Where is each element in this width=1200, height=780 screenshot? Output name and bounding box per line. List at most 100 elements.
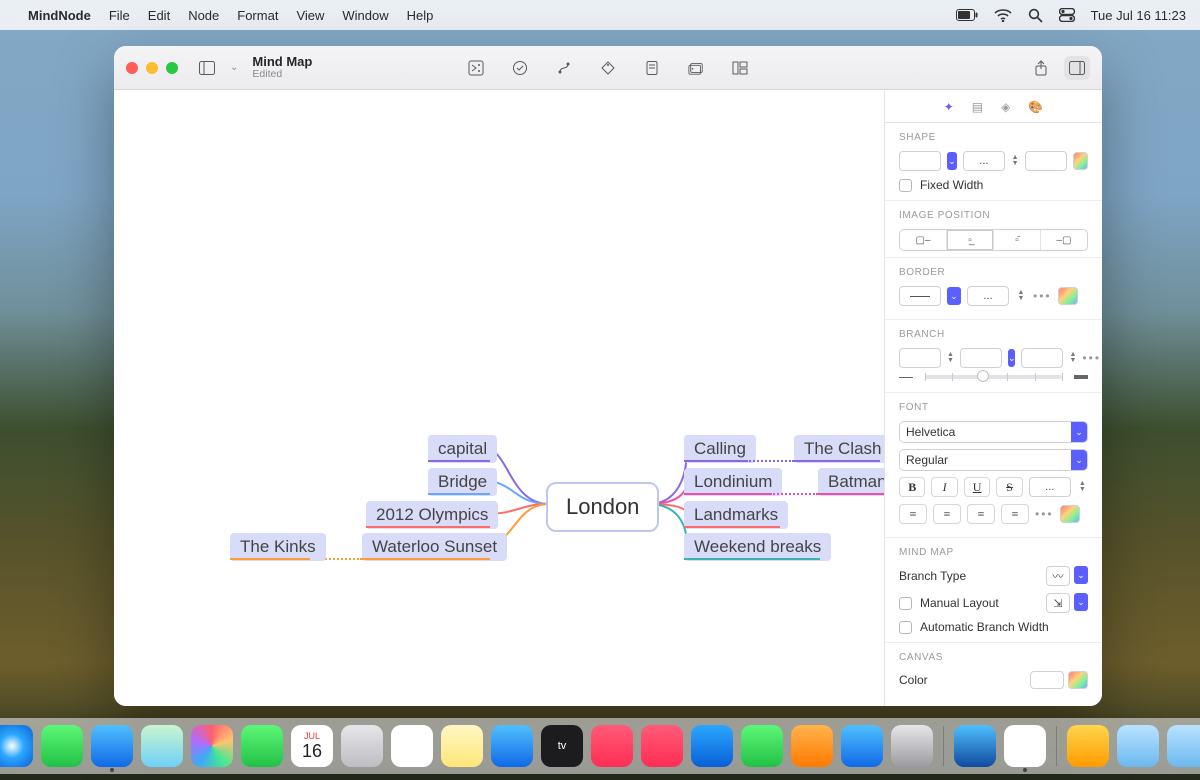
node-olympics[interactable]: 2012 Olympics [366, 501, 498, 529]
dock-photos[interactable] [191, 725, 233, 767]
italic-button[interactable]: I [931, 477, 957, 497]
menu-window[interactable]: Window [342, 8, 388, 23]
quick-entry-button[interactable] [463, 56, 489, 80]
canvas-color-field[interactable] [1030, 671, 1064, 689]
dock-appstore[interactable] [841, 725, 883, 767]
tab-theme-icon[interactable]: 🎨 [1028, 100, 1043, 114]
dock-sketch[interactable] [1067, 725, 1109, 767]
border-width-field[interactable]: ... [967, 286, 1009, 306]
font-color-swatch[interactable] [1060, 505, 1080, 523]
dock-mindnode[interactable] [1004, 725, 1046, 767]
branch-style-a[interactable] [899, 348, 941, 368]
tasks-button[interactable] [507, 56, 533, 80]
wifi-icon[interactable] [994, 9, 1012, 22]
border-color-swatch[interactable] [1058, 287, 1078, 305]
fixed-width-checkbox[interactable]: Fixed Width [899, 178, 1088, 192]
align-right-button[interactable]: ≡ [967, 504, 995, 524]
dock-tv[interactable]: tv [541, 725, 583, 767]
menu-edit[interactable]: Edit [148, 8, 170, 23]
font-size-field[interactable]: ... [1029, 477, 1071, 497]
dock-numbers[interactable] [741, 725, 783, 767]
manual-layout-checkbox[interactable]: Manual Layout [899, 596, 999, 610]
battery-icon[interactable] [956, 9, 978, 21]
node-landmarks[interactable]: Landmarks [684, 501, 788, 529]
branch-style-c-stepper[interactable]: ▲▼ [1069, 352, 1076, 364]
dock-settings[interactable] [891, 725, 933, 767]
canvas-color-swatch[interactable] [1068, 671, 1088, 689]
zoom-button[interactable] [166, 62, 178, 74]
app-name-menu[interactable]: MindNode [28, 8, 91, 23]
dock-messages[interactable] [41, 725, 83, 767]
toggle-sidebar-button[interactable] [194, 56, 220, 80]
media-button[interactable] [683, 56, 709, 80]
layout-preview[interactable]: ⇲ [1046, 593, 1070, 613]
node-clash[interactable]: The Clash [794, 435, 884, 463]
node-waterloo[interactable]: Waterloo Sunset [362, 533, 507, 561]
font-more-button[interactable]: ••• [1035, 507, 1054, 521]
strike-button[interactable]: S [996, 477, 1022, 497]
notes-button[interactable] [639, 56, 665, 80]
layout-dropdown-icon[interactable]: ⌄ [1074, 593, 1088, 611]
branch-style-a-stepper[interactable]: ▲▼ [947, 352, 954, 364]
tags-button[interactable] [595, 56, 621, 80]
dock-safari[interactable] [0, 725, 33, 767]
dock-facetime[interactable] [241, 725, 283, 767]
underline-button[interactable]: U [964, 477, 990, 497]
dock-folder1[interactable] [1117, 725, 1159, 767]
control-center-icon[interactable] [1059, 8, 1075, 22]
bold-button[interactable]: B [899, 477, 925, 497]
menu-format[interactable]: Format [237, 8, 278, 23]
dock-pages[interactable] [791, 725, 833, 767]
font-size-stepper[interactable]: ▲▼ [1077, 481, 1088, 493]
image-position-segmented[interactable]: ▢– ▫̲ ▫̄ –▢ [899, 229, 1088, 251]
border-more-button[interactable]: ••• [1033, 289, 1052, 303]
close-button[interactable] [126, 62, 138, 74]
dock-maps[interactable] [141, 725, 183, 767]
shape-style-select[interactable] [899, 151, 941, 171]
menu-view[interactable]: View [296, 8, 324, 23]
align-left-button[interactable]: ≡ [899, 504, 927, 524]
minimize-button[interactable] [146, 62, 158, 74]
node-calling[interactable]: Calling [684, 435, 756, 463]
dock-music[interactable] [591, 725, 633, 767]
central-node[interactable]: London [546, 482, 659, 532]
branch-style-c[interactable] [1021, 348, 1063, 368]
dock-contacts[interactable] [341, 725, 383, 767]
shape-width-field[interactable]: ... [963, 151, 1005, 171]
node-weekend[interactable]: Weekend breaks [684, 533, 831, 561]
canvas[interactable]: London capital Bridge 2012 Olympics Wate… [114, 90, 884, 706]
node-kinks[interactable]: The Kinks [230, 533, 326, 561]
branch-type-preview[interactable]: 〰 [1046, 566, 1070, 586]
align-center-button[interactable]: ≡ [933, 504, 961, 524]
dock-keynote[interactable] [691, 725, 733, 767]
tab-tags-icon[interactable]: ◈ [1001, 100, 1010, 114]
font-family-select[interactable]: Helvetica⌄ [899, 421, 1088, 443]
chevron-down-icon[interactable]: ⌄ [230, 62, 238, 73]
dock-screenflow[interactable] [954, 725, 996, 767]
tab-notes-icon[interactable]: ▤ [972, 100, 983, 114]
font-style-select[interactable]: Regular⌄ [899, 449, 1088, 471]
dock-folder2[interactable] [1167, 725, 1200, 767]
img-pos-above[interactable]: ▫̲ [947, 230, 994, 250]
branch-type-dropdown-icon[interactable]: ⌄ [1074, 566, 1088, 584]
border-style-dropdown-icon[interactable]: ⌄ [947, 287, 961, 305]
menu-node[interactable]: Node [188, 8, 219, 23]
branch-style-b-dropdown-icon[interactable]: ⌄ [1008, 349, 1016, 367]
shape-color-swatch[interactable] [1073, 152, 1088, 170]
dock-freeform[interactable] [491, 725, 533, 767]
dock-mail[interactable] [91, 725, 133, 767]
dock-notes[interactable] [441, 725, 483, 767]
align-justify-button[interactable]: ≡ [1001, 504, 1029, 524]
border-style-select[interactable] [899, 286, 941, 306]
menu-help[interactable]: Help [407, 8, 434, 23]
img-pos-right[interactable]: –▢ [1041, 230, 1087, 250]
menubar-clock[interactable]: Tue Jul 16 11:23 [1091, 8, 1186, 23]
branch-style-b[interactable] [960, 348, 1002, 368]
branch-thickness-slider[interactable] [925, 375, 1062, 379]
node-capital[interactable]: capital [428, 435, 497, 463]
document-title[interactable]: Mind Map Edited [252, 55, 312, 80]
node-londinium[interactable]: Londinium [684, 468, 782, 496]
connection-button[interactable] [551, 56, 577, 80]
node-bridge[interactable]: Bridge [428, 468, 497, 496]
shape-color-field[interactable] [1025, 151, 1067, 171]
